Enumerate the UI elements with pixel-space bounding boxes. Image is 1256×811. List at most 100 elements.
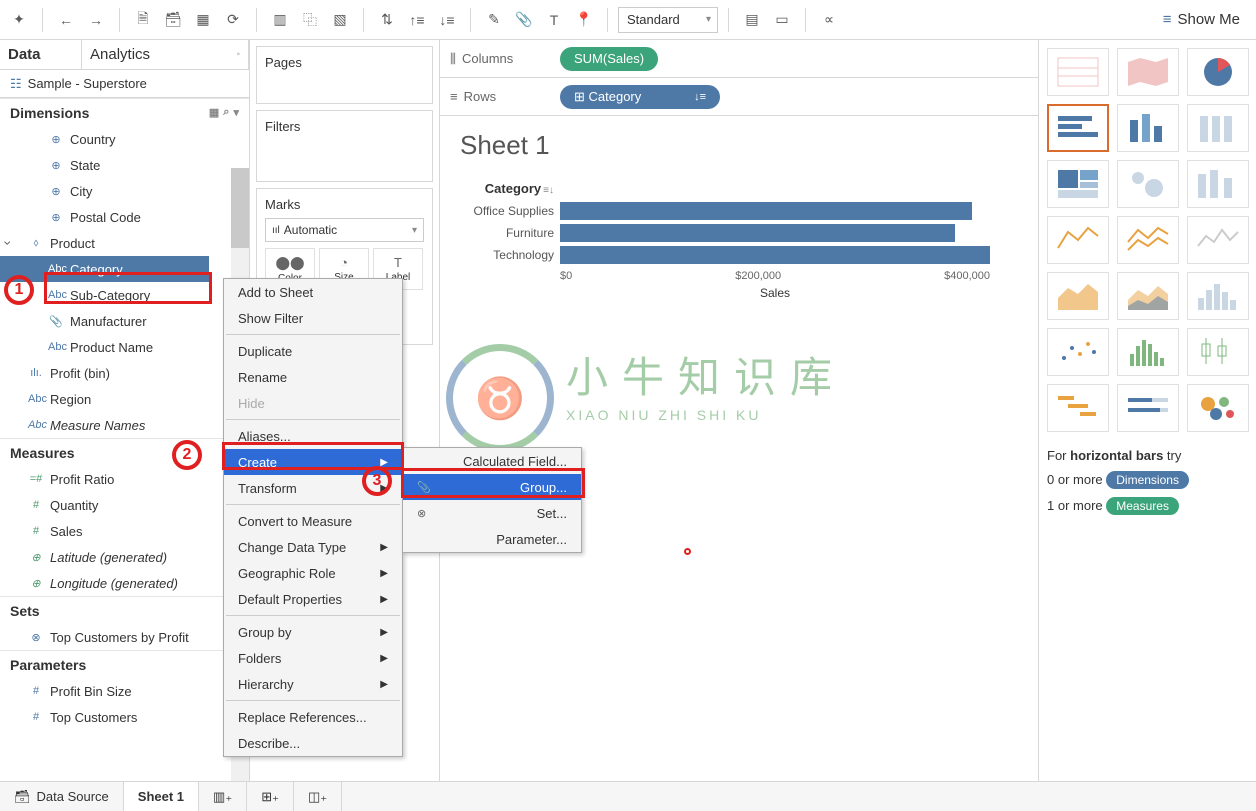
tab-analytics[interactable]: Analytics◦ [82, 40, 249, 69]
thumb-hbar[interactable] [1047, 104, 1109, 152]
ctx-duplicate[interactable]: Duplicate [224, 338, 402, 364]
pause-button[interactable]: ▦ [190, 7, 216, 33]
thumb-line-multi[interactable] [1187, 216, 1249, 264]
presentation-button[interactable]: ▭ [769, 7, 795, 33]
fit-select[interactable]: Standard [618, 7, 718, 33]
thumb-bullet[interactable] [1117, 384, 1179, 432]
ctx-add-to-sheet[interactable]: Add to Sheet [224, 279, 402, 305]
new-worksheet-button[interactable]: ▥ [267, 7, 293, 33]
dim-product[interactable]: ⬨Product [0, 230, 249, 256]
thumb-vbar[interactable] [1117, 104, 1179, 152]
thumb-scatter[interactable] [1047, 328, 1109, 376]
ctx-groupby[interactable]: Group by▶ [224, 619, 402, 645]
share-button[interactable]: ∝ [816, 7, 842, 33]
ctx-describe[interactable]: Describe... [224, 730, 402, 756]
save-button[interactable]: 🗎 [130, 7, 156, 33]
ctx-rename[interactable]: Rename [224, 364, 402, 390]
columns-shelf[interactable]: ⫼Columns SUM(Sales) [440, 40, 1038, 78]
thumb-stacked-bar[interactable] [1187, 104, 1249, 152]
meas-sales[interactable]: #Sales [0, 518, 249, 544]
search-icon[interactable]: ⌕ [223, 106, 229, 119]
ctx-show-filter[interactable]: Show Filter [224, 305, 402, 331]
view-icon[interactable]: ▦ [209, 106, 219, 119]
dim-city[interactable]: ⊕City [0, 178, 249, 204]
ctx-change-type[interactable]: Change Data Type▶ [224, 534, 402, 560]
bar-1[interactable] [560, 224, 955, 242]
thumb-side-bars[interactable] [1187, 160, 1249, 208]
thumb-map[interactable] [1117, 48, 1179, 96]
thumb-line[interactable] [1047, 216, 1109, 264]
thumb-histogram[interactable] [1187, 272, 1249, 320]
pages-card[interactable]: Pages [256, 46, 433, 104]
columns-pill-sales[interactable]: SUM(Sales) [560, 47, 658, 71]
thumb-treemap[interactable] [1047, 160, 1109, 208]
bar-2[interactable] [560, 246, 990, 264]
ctx-convert[interactable]: Convert to Measure [224, 508, 402, 534]
thumb-packed[interactable] [1187, 384, 1249, 432]
thumb-line2[interactable] [1117, 216, 1179, 264]
ctx-hierarchy[interactable]: Hierarchy▶ [224, 671, 402, 697]
duplicate-button[interactable]: ⿻ [297, 7, 323, 33]
dim-postal[interactable]: ⊕Postal Code [0, 204, 249, 230]
dim-profitbin[interactable]: ılı.Profit (bin) [0, 360, 249, 386]
ctx-replace[interactable]: Replace References... [224, 704, 402, 730]
ctx-hide[interactable]: Hide [224, 390, 402, 416]
label-button[interactable]: T [541, 7, 567, 33]
bar-0[interactable] [560, 202, 972, 220]
dim-country[interactable]: ⊕Country [0, 126, 249, 152]
sub-parameter[interactable]: Parameter... [403, 526, 581, 552]
thumb-area[interactable] [1047, 272, 1109, 320]
swap-button[interactable]: ⇅ [374, 7, 400, 33]
data-source-tab[interactable]: 🗃Data Source [0, 782, 124, 811]
back-button[interactable]: ← [53, 7, 79, 33]
group-button[interactable]: 📎 [511, 7, 537, 33]
thumb-text-table[interactable] [1047, 48, 1109, 96]
thumb-gantt[interactable] [1047, 384, 1109, 432]
sort-asc-button[interactable]: ↑≡ [404, 7, 430, 33]
data-source-row[interactable]: ☷ Sample - Superstore [0, 70, 249, 98]
sub-set[interactable]: ⊗Set... [403, 500, 581, 526]
chart-icon: ≡ [1163, 11, 1172, 28]
refresh-button[interactable]: ⟳ [220, 7, 246, 33]
new-dashboard-tab[interactable]: ⊞₊ [247, 782, 294, 811]
new-story-tab[interactable]: ◫₊ [294, 782, 342, 811]
meas-profitratio[interactable]: =#Profit Ratio [0, 466, 249, 492]
ctx-folders[interactable]: Folders▶ [224, 645, 402, 671]
rows-pill-category[interactable]: ⊞ Category↓≡ [560, 85, 720, 109]
forward-button[interactable]: → [83, 7, 109, 33]
thumb-pie[interactable] [1187, 48, 1249, 96]
meas-quantity[interactable]: #Quantity [0, 492, 249, 518]
cards-button[interactable]: ▤ [739, 7, 765, 33]
clear-button[interactable]: ▧ [327, 7, 353, 33]
logo-icon[interactable]: ✦ [6, 7, 32, 33]
show-me-button[interactable]: ≡ Show Me [1153, 0, 1250, 40]
meas-lat[interactable]: ⊕Latitude (generated) [0, 544, 249, 570]
thumb-hist2[interactable] [1117, 328, 1179, 376]
rows-shelf[interactable]: ≡Rows ⊞ Category↓≡ [440, 78, 1038, 116]
thumb-box[interactable] [1187, 328, 1249, 376]
dim-productname[interactable]: AbcProduct Name [0, 334, 249, 360]
sheet1-tab[interactable]: Sheet 1 [124, 782, 199, 811]
sheet-title[interactable]: Sheet 1 [460, 130, 1018, 161]
highlight-button[interactable]: ✎ [481, 7, 507, 33]
meas-lon[interactable]: ⊕Longitude (generated) [0, 570, 249, 596]
dim-manufacturer[interactable]: 📎Manufacturer [0, 308, 249, 334]
pin-button[interactable]: 📍 [571, 7, 597, 33]
thumb-circle[interactable] [1117, 160, 1179, 208]
dim-region[interactable]: AbcRegion [0, 386, 249, 412]
new-worksheet-tab[interactable]: ▥₊ [199, 782, 247, 811]
param-profitbinsize[interactable]: #Profit Bin Size [0, 678, 249, 704]
ctx-geo[interactable]: Geographic Role▶ [224, 560, 402, 586]
dim-measurenames[interactable]: AbcMeasure Names [0, 412, 249, 438]
filters-card[interactable]: Filters [256, 110, 433, 182]
dim-state[interactable]: ⊕State [0, 152, 249, 178]
ctx-defaults[interactable]: Default Properties▶ [224, 586, 402, 612]
new-datasource-button[interactable]: 🗃 [160, 7, 186, 33]
param-topcustomers[interactable]: #Top Customers [0, 704, 249, 730]
globe-icon: ⊕ [48, 185, 64, 198]
sort-desc-button[interactable]: ↓≡ [434, 7, 460, 33]
tab-data[interactable]: Data [0, 40, 82, 69]
marks-type-select[interactable]: ıılAutomatic [265, 218, 424, 242]
thumb-area-stacked[interactable] [1117, 272, 1179, 320]
set-topcust[interactable]: ⊗Top Customers by Profit [0, 624, 249, 650]
